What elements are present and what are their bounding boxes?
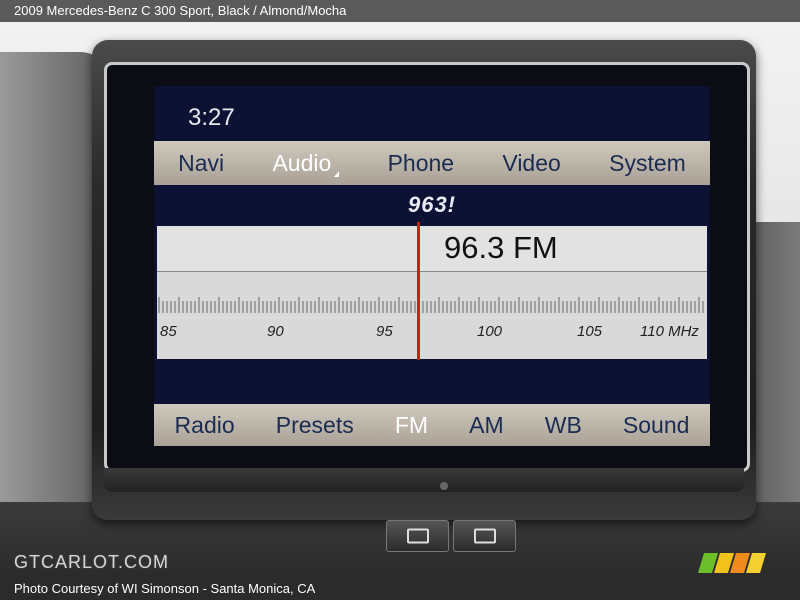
photo-credit: Photo Courtesy of WI Simonson - Santa Mo… — [0, 578, 800, 600]
infotainment-screen: 3:27 Navi Audio Phone Video System 963! … — [154, 86, 710, 446]
top-menu: Navi Audio Phone Video System — [154, 141, 710, 185]
scale-label: 90 — [267, 323, 284, 340]
phone-button-icon — [473, 528, 496, 544]
seat-button-icon — [406, 528, 429, 544]
bottom-menu: Radio Presets FM AM WB Sound — [154, 404, 710, 446]
clock: 3:27 — [188, 104, 235, 131]
menu-video[interactable]: Video — [502, 150, 560, 177]
phone-button[interactable] — [453, 520, 516, 552]
radio-needle-icon — [417, 222, 420, 360]
watermark: GTCARLOT.COM — [14, 552, 170, 572]
ambient-sensor — [440, 482, 448, 490]
seat-button[interactable] — [386, 520, 449, 552]
menu-system[interactable]: System — [609, 150, 686, 177]
menu-fm[interactable]: FM — [395, 412, 428, 439]
menu-wb[interactable]: WB — [545, 412, 582, 439]
scale-label: 110 MHz — [640, 323, 699, 340]
page-title: 2009 Mercedes-Benz C 300 Sport, Black / … — [0, 0, 800, 22]
menu-presets[interactable]: Presets — [276, 412, 354, 439]
station-name: 963! — [407, 192, 457, 217]
tuner-scale-ticks — [158, 297, 704, 313]
menu-am[interactable]: AM — [469, 412, 504, 439]
tuner-panel[interactable]: 96.3 FM 85 90 95 100 105 110 MHz — [157, 222, 707, 360]
display-lower-bar — [104, 468, 744, 492]
console-buttons — [386, 520, 516, 552]
menu-phone[interactable]: Phone — [388, 150, 455, 177]
scale-label: 95 — [376, 323, 393, 340]
gtcarlot-logo-icon — [698, 553, 766, 573]
scale-label: 100 — [477, 323, 503, 340]
menu-radio[interactable]: Radio — [175, 412, 235, 439]
frequency-readout: 96.3 FM — [444, 230, 558, 265]
menu-audio[interactable]: Audio — [272, 150, 339, 177]
scale-label: 105 — [577, 323, 603, 340]
menu-sound[interactable]: Sound — [623, 412, 690, 439]
tuner-upper — [157, 226, 707, 272]
menu-navi[interactable]: Navi — [178, 150, 224, 177]
scale-label: 85 — [160, 323, 177, 340]
